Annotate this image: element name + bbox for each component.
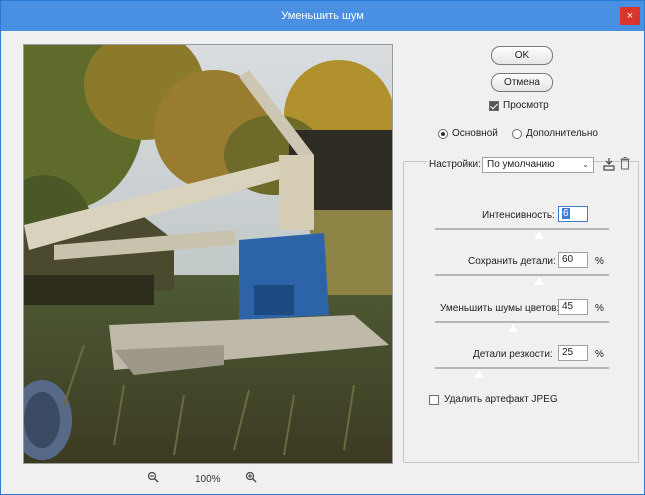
intensity-slider-thumb[interactable] [533, 230, 546, 240]
intensity-slider-track[interactable] [435, 228, 609, 230]
intensity-value: 6 [562, 208, 570, 219]
preview-checkbox[interactable] [489, 101, 499, 111]
reduce-color-noise-slider-thumb[interactable] [507, 323, 520, 333]
settings-select[interactable]: По умолчанию ⌄ [482, 157, 594, 173]
mode-basic-radio[interactable] [438, 129, 448, 139]
preserve-details-input[interactable]: 60 [558, 252, 588, 268]
sharpen-details-unit: % [595, 349, 604, 360]
reduce-color-noise-input[interactable]: 45 [558, 299, 588, 315]
zoom-out-icon[interactable] [145, 471, 161, 487]
cancel-button[interactable]: Отмена [491, 73, 553, 92]
sharpen-details-slider-track[interactable] [435, 367, 609, 369]
preserve-details-unit: % [595, 256, 604, 267]
ok-button[interactable]: OK [491, 46, 553, 65]
preserve-details-slider-track[interactable] [435, 274, 609, 276]
close-button[interactable]: × [620, 7, 640, 25]
zoom-in-icon[interactable] [243, 471, 259, 487]
preview-photo [24, 45, 392, 463]
sharpen-details-slider-thumb[interactable] [472, 369, 485, 379]
chevron-down-icon: ⌄ [582, 160, 589, 169]
reduce-color-noise-unit: % [595, 303, 604, 314]
reduce-color-noise-slider-track[interactable] [435, 321, 609, 323]
mode-advanced-label: Дополнительно [526, 128, 598, 139]
dialog-title: Уменьшить шум [281, 10, 364, 22]
remove-jpeg-artifact-checkbox[interactable] [429, 395, 439, 405]
sharpen-details-input[interactable]: 25 [558, 345, 588, 361]
save-preset-icon[interactable] [603, 157, 615, 174]
zoom-bar: 100% [23, 467, 393, 491]
noise-reduction-dialog: Уменьшить шум × 100% OK Отмена Просмотр … [0, 0, 645, 495]
remove-jpeg-artifact-label: Удалить артефакт JPEG [444, 394, 558, 405]
intensity-label: Интенсивность: [482, 210, 555, 221]
reduce-color-noise-label: Уменьшить шумы цветов: [440, 303, 560, 314]
preserve-details-label: Сохранить детали: [468, 256, 556, 267]
close-icon: × [626, 10, 634, 22]
sharpen-details-label: Детали резкости: [473, 349, 553, 360]
intensity-input[interactable]: 6 [558, 206, 588, 222]
preserve-details-slider-thumb[interactable] [533, 276, 546, 286]
reduce-color-noise-value: 45 [562, 301, 574, 312]
preserve-details-value: 60 [562, 254, 574, 265]
title-bar: Уменьшить шум × [1, 1, 644, 31]
preview-image[interactable] [23, 44, 393, 464]
zoom-level: 100% [195, 474, 221, 485]
delete-preset-icon[interactable] [620, 157, 630, 173]
settings-label: Настройки: [427, 159, 483, 170]
sharpen-details-value: 25 [562, 347, 574, 358]
preview-label: Просмотр [503, 100, 549, 111]
mode-advanced-radio[interactable] [512, 129, 522, 139]
settings-value: По умолчанию [487, 159, 555, 170]
mode-basic-label: Основной [452, 128, 498, 139]
